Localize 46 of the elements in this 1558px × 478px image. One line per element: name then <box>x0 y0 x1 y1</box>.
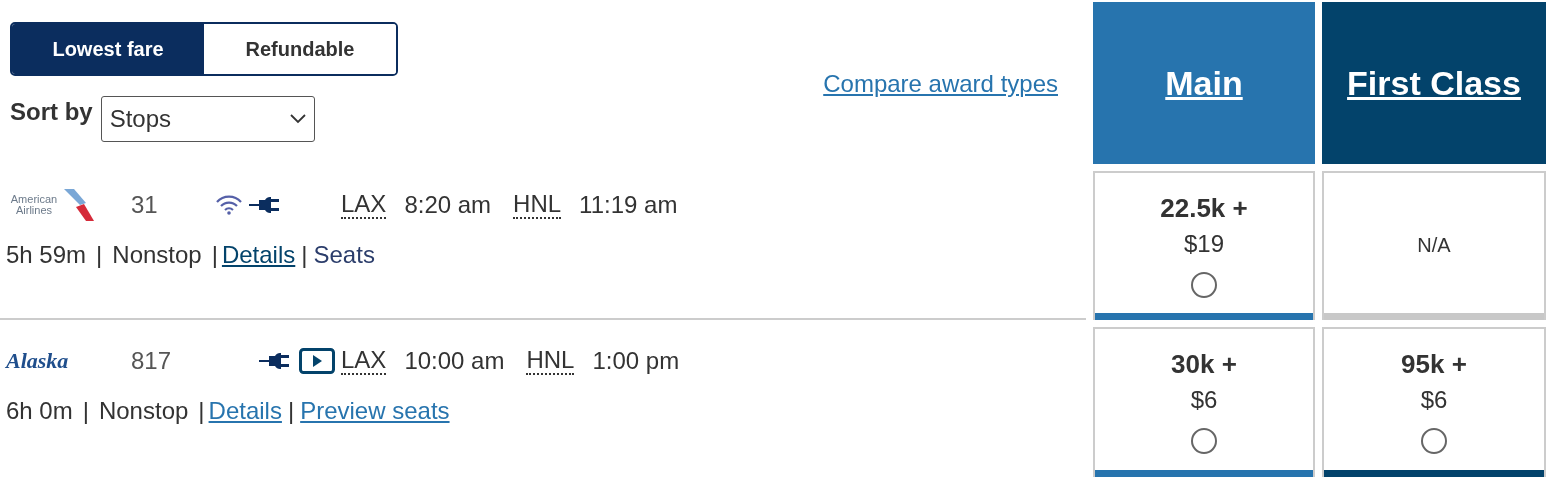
fare-unavailable: N/A <box>1417 233 1451 257</box>
video-icon <box>299 348 335 374</box>
duration: 5h 59m <box>6 241 87 269</box>
flight-link[interactable]: Seats <box>313 241 375 269</box>
compare-link[interactable]: Compare award types <box>823 70 1058 98</box>
fare-radio[interactable] <box>1421 428 1447 454</box>
arrive-time: 1:00 pm <box>592 347 680 375</box>
fare-price: $6 <box>1420 386 1448 414</box>
airport-code: HNL <box>513 191 562 219</box>
separator: | <box>96 241 103 269</box>
fare-radio[interactable] <box>1191 271 1217 298</box>
flight-number: 31 <box>131 191 159 219</box>
sort-dropdown[interactable]: Stops <box>100 96 315 142</box>
duration: 6h 0m <box>6 397 73 425</box>
flight-link[interactable]: Preview seats <box>300 397 450 425</box>
separator: | <box>287 397 295 425</box>
airline-logo: American Airlines <box>6 187 106 223</box>
cabin-link[interactable]: First Class <box>1347 63 1521 103</box>
flight-link[interactable]: Details <box>208 397 282 425</box>
arrive-time: 11:19 am <box>579 191 678 219</box>
fare-price: $6 <box>1190 386 1218 414</box>
airport-code: LAX <box>341 347 387 375</box>
airport-code: LAX <box>341 191 387 219</box>
tail-icon <box>62 187 96 223</box>
depart-time: 8:20 am <box>404 191 492 219</box>
depart-time: 10:00 am <box>404 347 505 375</box>
stops: Nonstop <box>98 397 189 425</box>
flight-link[interactable]: Details <box>221 241 296 269</box>
sort-label: Sort by <box>10 97 93 126</box>
cabin-link[interactable]: Main <box>1165 63 1243 103</box>
fare-miles: 30k + <box>1171 349 1237 380</box>
separator: | <box>198 397 205 425</box>
separator: | <box>301 241 308 269</box>
chevron-down-icon <box>289 114 306 124</box>
airline-logo: Alaska <box>6 347 70 375</box>
flight-number: 817 <box>131 347 173 375</box>
fare-radio[interactable] <box>1191 428 1217 454</box>
fare-miles: 22.5k + <box>1160 192 1248 224</box>
fare-price: $19 <box>1183 229 1224 258</box>
fare-miles: 95k + <box>1401 349 1467 380</box>
fare-tab[interactable]: Lowest fare <box>12 24 204 74</box>
separator: | <box>82 397 89 425</box>
airport-code: HNL <box>526 347 575 375</box>
stops: Nonstop <box>112 241 202 269</box>
wifi-icon <box>215 195 243 215</box>
separator: | <box>211 241 218 269</box>
